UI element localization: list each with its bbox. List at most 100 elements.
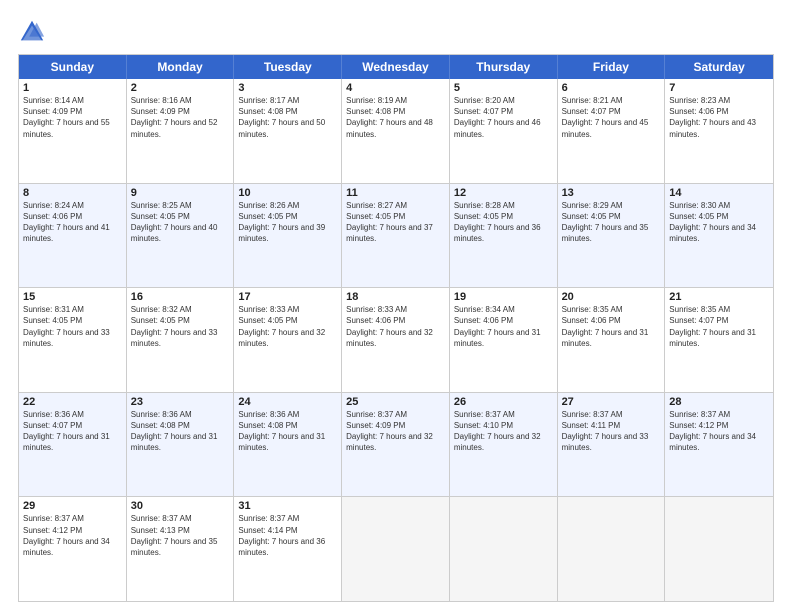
day-number: 8: [23, 187, 122, 199]
day-number: 23: [131, 396, 230, 408]
day-number: 28: [669, 396, 769, 408]
cell-info: Sunrise: 8:32 AMSunset: 4:05 PMDaylight:…: [131, 305, 218, 348]
logo-icon: [18, 18, 46, 46]
calendar-cell: 1 Sunrise: 8:14 AMSunset: 4:09 PMDayligh…: [19, 79, 127, 183]
cell-info: Sunrise: 8:17 AMSunset: 4:08 PMDaylight:…: [238, 96, 325, 139]
header-day: Wednesday: [342, 55, 450, 79]
cell-info: Sunrise: 8:27 AMSunset: 4:05 PMDaylight:…: [346, 201, 433, 244]
day-number: 22: [23, 396, 122, 408]
cell-info: Sunrise: 8:33 AMSunset: 4:05 PMDaylight:…: [238, 305, 325, 348]
calendar-cell: 11 Sunrise: 8:27 AMSunset: 4:05 PMDaylig…: [342, 184, 450, 288]
calendar-cell: 31 Sunrise: 8:37 AMSunset: 4:14 PMDaylig…: [234, 497, 342, 601]
calendar-cell: 3 Sunrise: 8:17 AMSunset: 4:08 PMDayligh…: [234, 79, 342, 183]
day-number: 4: [346, 82, 445, 94]
calendar-cell: [665, 497, 773, 601]
calendar-body: 1 Sunrise: 8:14 AMSunset: 4:09 PMDayligh…: [19, 79, 773, 601]
cell-info: Sunrise: 8:37 AMSunset: 4:10 PMDaylight:…: [454, 410, 541, 453]
cell-info: Sunrise: 8:35 AMSunset: 4:06 PMDaylight:…: [562, 305, 649, 348]
calendar-cell: 23 Sunrise: 8:36 AMSunset: 4:08 PMDaylig…: [127, 393, 235, 497]
calendar-header: SundayMondayTuesdayWednesdayThursdayFrid…: [19, 55, 773, 79]
day-number: 26: [454, 396, 553, 408]
calendar-cell: 28 Sunrise: 8:37 AMSunset: 4:12 PMDaylig…: [665, 393, 773, 497]
calendar-cell: [342, 497, 450, 601]
cell-info: Sunrise: 8:37 AMSunset: 4:09 PMDaylight:…: [346, 410, 433, 453]
calendar-cell: 22 Sunrise: 8:36 AMSunset: 4:07 PMDaylig…: [19, 393, 127, 497]
calendar-cell: 21 Sunrise: 8:35 AMSunset: 4:07 PMDaylig…: [665, 288, 773, 392]
calendar-row: 8 Sunrise: 8:24 AMSunset: 4:06 PMDayligh…: [19, 184, 773, 289]
calendar-cell: 15 Sunrise: 8:31 AMSunset: 4:05 PMDaylig…: [19, 288, 127, 392]
day-number: 1: [23, 82, 122, 94]
calendar-cell: 19 Sunrise: 8:34 AMSunset: 4:06 PMDaylig…: [450, 288, 558, 392]
calendar-row: 29 Sunrise: 8:37 AMSunset: 4:12 PMDaylig…: [19, 497, 773, 601]
day-number: 11: [346, 187, 445, 199]
day-number: 12: [454, 187, 553, 199]
day-number: 18: [346, 291, 445, 303]
cell-info: Sunrise: 8:23 AMSunset: 4:06 PMDaylight:…: [669, 96, 756, 139]
day-number: 29: [23, 500, 122, 512]
calendar-cell: 20 Sunrise: 8:35 AMSunset: 4:06 PMDaylig…: [558, 288, 666, 392]
day-number: 19: [454, 291, 553, 303]
calendar-cell: 16 Sunrise: 8:32 AMSunset: 4:05 PMDaylig…: [127, 288, 235, 392]
cell-info: Sunrise: 8:26 AMSunset: 4:05 PMDaylight:…: [238, 201, 325, 244]
header: [18, 18, 774, 46]
calendar-cell: 2 Sunrise: 8:16 AMSunset: 4:09 PMDayligh…: [127, 79, 235, 183]
day-number: 24: [238, 396, 337, 408]
calendar-cell: 25 Sunrise: 8:37 AMSunset: 4:09 PMDaylig…: [342, 393, 450, 497]
header-day: Sunday: [19, 55, 127, 79]
day-number: 20: [562, 291, 661, 303]
day-number: 15: [23, 291, 122, 303]
calendar-row: 1 Sunrise: 8:14 AMSunset: 4:09 PMDayligh…: [19, 79, 773, 184]
day-number: 6: [562, 82, 661, 94]
logo: [18, 18, 50, 46]
calendar-cell: [558, 497, 666, 601]
header-day: Friday: [558, 55, 666, 79]
day-number: 30: [131, 500, 230, 512]
cell-info: Sunrise: 8:24 AMSunset: 4:06 PMDaylight:…: [23, 201, 110, 244]
cell-info: Sunrise: 8:37 AMSunset: 4:14 PMDaylight:…: [238, 514, 325, 557]
day-number: 16: [131, 291, 230, 303]
calendar-cell: 7 Sunrise: 8:23 AMSunset: 4:06 PMDayligh…: [665, 79, 773, 183]
calendar-row: 22 Sunrise: 8:36 AMSunset: 4:07 PMDaylig…: [19, 393, 773, 498]
cell-info: Sunrise: 8:37 AMSunset: 4:12 PMDaylight:…: [23, 514, 110, 557]
cell-info: Sunrise: 8:34 AMSunset: 4:06 PMDaylight:…: [454, 305, 541, 348]
calendar-cell: 10 Sunrise: 8:26 AMSunset: 4:05 PMDaylig…: [234, 184, 342, 288]
calendar-cell: 4 Sunrise: 8:19 AMSunset: 4:08 PMDayligh…: [342, 79, 450, 183]
day-number: 9: [131, 187, 230, 199]
cell-info: Sunrise: 8:35 AMSunset: 4:07 PMDaylight:…: [669, 305, 756, 348]
cell-info: Sunrise: 8:21 AMSunset: 4:07 PMDaylight:…: [562, 96, 649, 139]
calendar-cell: 27 Sunrise: 8:37 AMSunset: 4:11 PMDaylig…: [558, 393, 666, 497]
cell-info: Sunrise: 8:37 AMSunset: 4:13 PMDaylight:…: [131, 514, 218, 557]
header-day: Tuesday: [234, 55, 342, 79]
cell-info: Sunrise: 8:37 AMSunset: 4:12 PMDaylight:…: [669, 410, 756, 453]
cell-info: Sunrise: 8:33 AMSunset: 4:06 PMDaylight:…: [346, 305, 433, 348]
day-number: 13: [562, 187, 661, 199]
calendar-cell: 17 Sunrise: 8:33 AMSunset: 4:05 PMDaylig…: [234, 288, 342, 392]
cell-info: Sunrise: 8:25 AMSunset: 4:05 PMDaylight:…: [131, 201, 218, 244]
calendar-cell: 30 Sunrise: 8:37 AMSunset: 4:13 PMDaylig…: [127, 497, 235, 601]
day-number: 25: [346, 396, 445, 408]
header-day: Monday: [127, 55, 235, 79]
cell-info: Sunrise: 8:16 AMSunset: 4:09 PMDaylight:…: [131, 96, 218, 139]
cell-info: Sunrise: 8:14 AMSunset: 4:09 PMDaylight:…: [23, 96, 110, 139]
header-day: Saturday: [665, 55, 773, 79]
cell-info: Sunrise: 8:19 AMSunset: 4:08 PMDaylight:…: [346, 96, 433, 139]
day-number: 27: [562, 396, 661, 408]
cell-info: Sunrise: 8:30 AMSunset: 4:05 PMDaylight:…: [669, 201, 756, 244]
cell-info: Sunrise: 8:20 AMSunset: 4:07 PMDaylight:…: [454, 96, 541, 139]
cell-info: Sunrise: 8:37 AMSunset: 4:11 PMDaylight:…: [562, 410, 649, 453]
calendar-cell: 29 Sunrise: 8:37 AMSunset: 4:12 PMDaylig…: [19, 497, 127, 601]
calendar-cell: 12 Sunrise: 8:28 AMSunset: 4:05 PMDaylig…: [450, 184, 558, 288]
cell-info: Sunrise: 8:36 AMSunset: 4:08 PMDaylight:…: [131, 410, 218, 453]
cell-info: Sunrise: 8:36 AMSunset: 4:08 PMDaylight:…: [238, 410, 325, 453]
cell-info: Sunrise: 8:31 AMSunset: 4:05 PMDaylight:…: [23, 305, 110, 348]
cell-info: Sunrise: 8:29 AMSunset: 4:05 PMDaylight:…: [562, 201, 649, 244]
day-number: 5: [454, 82, 553, 94]
calendar-cell: 8 Sunrise: 8:24 AMSunset: 4:06 PMDayligh…: [19, 184, 127, 288]
calendar-cell: 13 Sunrise: 8:29 AMSunset: 4:05 PMDaylig…: [558, 184, 666, 288]
day-number: 14: [669, 187, 769, 199]
calendar-row: 15 Sunrise: 8:31 AMSunset: 4:05 PMDaylig…: [19, 288, 773, 393]
day-number: 3: [238, 82, 337, 94]
header-day: Thursday: [450, 55, 558, 79]
calendar-cell: 6 Sunrise: 8:21 AMSunset: 4:07 PMDayligh…: [558, 79, 666, 183]
day-number: 21: [669, 291, 769, 303]
